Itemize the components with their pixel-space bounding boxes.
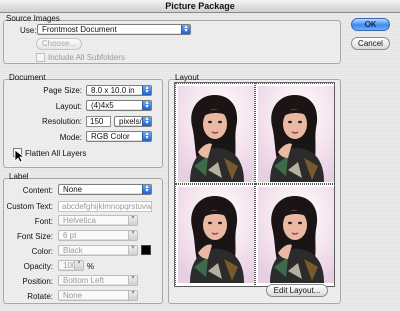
position-label: Position:	[22, 277, 53, 286]
resolution-input[interactable]: 150	[86, 116, 111, 127]
include-subfolders-label: Include All Subfolders	[48, 53, 125, 62]
preview-cell-4[interactable]	[255, 184, 335, 287]
rotate-label: Rotate:	[27, 292, 53, 301]
portrait-photo	[258, 86, 334, 182]
flatten-layers-label: Flatten All Layers	[25, 149, 87, 158]
title-bar: Picture Package	[0, 0, 400, 13]
mode-select[interactable]: RGB Color ▴ ▾	[86, 131, 152, 142]
chevron-updown-icon: ▴ ▾	[142, 101, 151, 110]
edit-layout-button[interactable]: Edit Layout...	[266, 284, 328, 297]
color-label: Color:	[31, 247, 53, 256]
font-size-select[interactable]: 6 pt ▾	[58, 230, 138, 241]
layout-heading: Layout	[175, 73, 200, 82]
document-heading: Document	[9, 73, 46, 82]
chevron-down-icon: ▾	[128, 291, 137, 300]
cancel-button[interactable]: Cancel	[351, 37, 390, 50]
window-title: Picture Package	[165, 1, 235, 11]
custom-text-input[interactable]: abcdefghijklmnopqrstuvwxyzabc	[58, 201, 152, 212]
chevron-updown-icon: ▴ ▾	[142, 132, 151, 141]
position-value: Bottom Left	[63, 276, 104, 285]
use-select[interactable]: Frontmost Document ▴ ▾	[37, 24, 191, 35]
preview-cell-3[interactable]	[175, 184, 255, 287]
resolution-label: Resolution:	[41, 117, 82, 126]
rotate-value: None	[63, 291, 83, 300]
layout-preview[interactable]	[174, 82, 335, 287]
chevron-down-icon: ▾	[74, 261, 83, 270]
label-heading: Label	[9, 172, 29, 181]
mode-value: RGB Color	[91, 132, 130, 141]
page-size-value: 8.0 x 10.0 in	[91, 86, 135, 95]
font-value: Helvetica	[63, 216, 96, 225]
font-select[interactable]: Helvetica ▾	[58, 215, 138, 226]
opacity-unit: %	[87, 262, 95, 271]
color-swatch[interactable]	[141, 245, 151, 255]
preview-cell-2[interactable]	[255, 83, 335, 184]
color-select[interactable]: Black ▾	[58, 245, 138, 256]
chevron-updown-icon: ▴ ▾	[142, 86, 151, 95]
use-label: Use:	[20, 26, 37, 35]
color-value: Black	[63, 246, 83, 255]
content-value: None	[63, 185, 83, 194]
mode-label: Mode:	[59, 133, 82, 142]
font-label: Font:	[34, 217, 53, 226]
rotate-select[interactable]: None ▾	[58, 290, 138, 301]
chevron-down-icon: ▾	[128, 246, 137, 255]
page-size-select[interactable]: 8.0 x 10.0 in ▴ ▾	[86, 85, 152, 96]
chevron-down-icon: ▾	[128, 276, 137, 285]
portrait-photo	[178, 187, 254, 283]
font-size-label: Font Size:	[16, 232, 53, 241]
layout-label: Layout:	[55, 102, 82, 111]
chevron-updown-icon: ▴ ▾	[181, 25, 190, 34]
portrait-photo	[258, 187, 334, 283]
include-subfolders-checkbox[interactable]	[36, 53, 45, 62]
page-size-label: Page Size:	[43, 86, 82, 95]
portrait-photo	[178, 86, 254, 182]
layout-value: (4)4x5	[91, 101, 114, 110]
choose-button[interactable]: Choose...	[36, 38, 82, 50]
resolution-unit-select[interactable]: pixels/inch ▴▾	[114, 116, 152, 127]
chevron-down-icon: ▾	[128, 216, 137, 225]
use-select-value: Frontmost Document	[42, 25, 117, 34]
content-label: Content:	[22, 186, 53, 195]
content-select[interactable]: None ▴ ▾	[58, 184, 152, 195]
preview-cell-1[interactable]	[175, 83, 255, 184]
font-size-value: 6 pt	[63, 231, 77, 240]
mouse-pointer-icon	[14, 149, 24, 163]
layout-select[interactable]: (4)4x5 ▴ ▾	[86, 100, 152, 111]
opacity-label: Opacity:	[23, 262, 53, 271]
chevron-down-icon: ▾	[128, 231, 137, 240]
ok-button[interactable]: OK	[351, 18, 390, 31]
opacity-select[interactable]: 100 ▾	[58, 260, 84, 271]
chevron-updown-icon: ▴ ▾	[142, 117, 151, 126]
position-select[interactable]: Bottom Left ▾	[58, 275, 138, 286]
source-images-heading: Source Images	[6, 14, 60, 23]
chevron-updown-icon: ▴ ▾	[142, 185, 151, 194]
custom-text-label: Custom Text:	[6, 202, 53, 211]
